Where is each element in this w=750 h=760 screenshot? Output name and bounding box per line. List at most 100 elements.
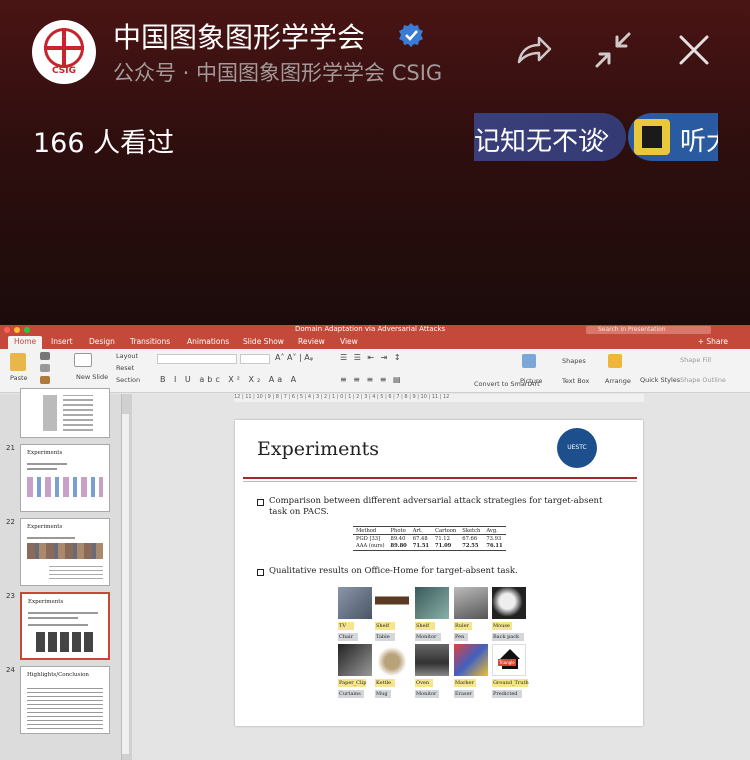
image-label: Triangle bbox=[498, 659, 516, 666]
related-link-pill-2[interactable]: 听大 bbox=[628, 113, 718, 161]
ribbon-tabs: Home Insert Design Transitions Animation… bbox=[0, 335, 750, 349]
font-style-buttons[interactable]: B I U abc X² X₂ Aa A bbox=[160, 375, 299, 384]
tab-view[interactable]: View bbox=[340, 337, 358, 346]
quick-styles-button[interactable]: Quick Styles bbox=[640, 377, 680, 384]
window-titlebar: Domain Adaptation via Adversarial Attack… bbox=[0, 325, 750, 335]
minimize-window-button[interactable] bbox=[14, 327, 20, 333]
vertical-ruler bbox=[122, 414, 129, 754]
predicted-label: Monitor bbox=[415, 690, 439, 698]
predicted-label: Curtains bbox=[338, 690, 364, 698]
bullet-text-1: Comparison between different adversarial… bbox=[269, 496, 603, 517]
slide-thumbnail-22[interactable]: Experiments bbox=[20, 518, 110, 586]
font-size-input[interactable] bbox=[240, 354, 270, 364]
results-table: Method Photo Art. Cartoon Sketch Avg. PG… bbox=[353, 526, 506, 551]
oven-image bbox=[415, 644, 449, 676]
title-divider-thin bbox=[243, 481, 637, 482]
bullet-icon bbox=[257, 569, 264, 576]
title-divider bbox=[243, 477, 637, 479]
predicted-label: Mug bbox=[375, 690, 391, 698]
new-slide-label: New Slide bbox=[76, 373, 109, 381]
predicted-label: Predicted bbox=[492, 690, 522, 698]
predicted-label: Table bbox=[375, 633, 395, 641]
related-link-label-2: 听大 bbox=[680, 127, 718, 157]
thumbnail-title: Highlights/Conclusion bbox=[27, 672, 89, 678]
share-icon[interactable] bbox=[513, 30, 553, 70]
slide-thumbnail-20[interactable] bbox=[20, 388, 110, 438]
table-row: PGD [33] 89.40 67.48 71.12 67.66 73.93 bbox=[353, 535, 506, 543]
table-header: Art. bbox=[409, 526, 433, 535]
share-button[interactable]: + Share bbox=[698, 337, 728, 346]
shape-outline-button[interactable]: Shape Outline bbox=[680, 376, 726, 384]
picture-icon[interactable] bbox=[522, 354, 536, 368]
slide-thumbnail-23[interactable]: Experiments bbox=[20, 592, 110, 660]
account-logo[interactable]: CSIG bbox=[32, 20, 96, 84]
shape-fill-button[interactable]: Shape Fill bbox=[680, 356, 711, 364]
paste-icon[interactable] bbox=[10, 353, 26, 371]
tab-review[interactable]: Review bbox=[298, 337, 325, 346]
new-slide-icon[interactable] bbox=[74, 353, 92, 367]
arrange-icon[interactable] bbox=[608, 354, 622, 368]
slide-thumbnail-24[interactable]: Highlights/Conclusion bbox=[20, 666, 110, 734]
copy-icon[interactable] bbox=[40, 364, 50, 372]
convert-smartart-button[interactable]: Convert to SmartArt bbox=[474, 381, 540, 388]
ruler-image bbox=[454, 587, 488, 619]
chevron-right-icon: › bbox=[600, 121, 610, 149]
source-label: Kettle bbox=[375, 679, 395, 687]
kettle-image bbox=[375, 644, 409, 676]
verified-icon bbox=[399, 23, 423, 47]
logo-text: CSIG bbox=[52, 66, 76, 76]
list-buttons[interactable]: ☰ ☰ ⇤ ⇥ ↕ bbox=[340, 353, 403, 362]
source-label: Mouse bbox=[492, 622, 512, 630]
text-box-button[interactable]: Text Box bbox=[562, 377, 589, 385]
tab-insert[interactable]: Insert bbox=[51, 337, 73, 346]
tab-design[interactable]: Design bbox=[89, 337, 115, 346]
bullet-icon bbox=[257, 499, 264, 506]
table-cell: PGD [33] bbox=[356, 535, 381, 542]
arrange-label: Arrange bbox=[605, 377, 631, 385]
table-cell: 76.11 bbox=[483, 542, 506, 551]
table-cell: AAA (ours) bbox=[353, 542, 388, 551]
related-link-label: 记知无不谈 bbox=[474, 127, 605, 157]
marker-image bbox=[454, 644, 488, 676]
slide-thumbnail-21[interactable]: Experiments bbox=[20, 444, 110, 512]
table-cell: 67.48 bbox=[412, 535, 428, 542]
slide-number: 23 bbox=[6, 592, 15, 600]
slide-title: Experiments bbox=[257, 438, 380, 460]
account-subtitle: 公众号 · 中国图象图形学学会 CSIG bbox=[113, 61, 443, 85]
section-button[interactable]: Section bbox=[116, 376, 140, 384]
window-title: Domain Adaptation via Adversarial Attack… bbox=[295, 325, 446, 333]
close-icon[interactable] bbox=[674, 30, 714, 70]
tab-transitions[interactable]: Transitions bbox=[130, 337, 170, 346]
related-link-pill[interactable]: 记知无不谈 › bbox=[474, 113, 626, 161]
ribbon-toolbar: Paste New Slide Layout Reset Section A˄ … bbox=[0, 349, 750, 393]
font-grow-buttons[interactable]: A˄ A˅ | Aᵩ bbox=[275, 353, 313, 362]
font-name-input[interactable] bbox=[157, 354, 237, 364]
shelf-image-2 bbox=[415, 587, 449, 619]
table-cell: 89.40 bbox=[390, 535, 406, 542]
slide-canvas: 12 | 11 | 10 | 9 | 8 | 7 | 6 | 5 | 4 | 3… bbox=[122, 394, 750, 760]
predicted-label: Pen bbox=[454, 633, 468, 641]
thumbnail-title: Experiments bbox=[27, 450, 63, 456]
search-box[interactable]: Search in Presentation bbox=[586, 326, 711, 334]
horizontal-ruler: 12 | 11 | 10 | 9 | 8 | 7 | 6 | 5 | 4 | 3… bbox=[234, 394, 644, 402]
reset-button[interactable]: Reset bbox=[116, 364, 134, 372]
tab-slide-show[interactable]: Slide Show bbox=[243, 337, 284, 346]
source-label: Paper_Clip bbox=[338, 679, 367, 687]
tab-animations[interactable]: Animations bbox=[187, 337, 229, 346]
cut-icon[interactable] bbox=[40, 352, 50, 360]
thumbnail-title: Experiments bbox=[27, 524, 63, 530]
table-cell: 71.51 bbox=[409, 542, 433, 551]
shapes-button[interactable]: Shapes bbox=[562, 357, 586, 365]
zoom-window-button[interactable] bbox=[24, 327, 30, 333]
close-window-button[interactable] bbox=[4, 327, 10, 333]
paste-label: Paste bbox=[10, 374, 28, 382]
minimize-icon[interactable] bbox=[593, 30, 633, 70]
podcast-icon bbox=[634, 119, 670, 155]
format-painter-icon[interactable] bbox=[40, 376, 50, 384]
table-cell: 71.09 bbox=[432, 542, 460, 551]
current-slide[interactable]: Experiments Comparison between different… bbox=[235, 420, 643, 726]
layout-button[interactable]: Layout bbox=[116, 352, 138, 360]
account-name[interactable]: 中国图象图形学学会 bbox=[113, 16, 365, 56]
tab-home[interactable]: Home bbox=[8, 336, 43, 349]
align-buttons[interactable]: ≡ ≡ ≡ ≡ ▤ bbox=[340, 375, 403, 384]
